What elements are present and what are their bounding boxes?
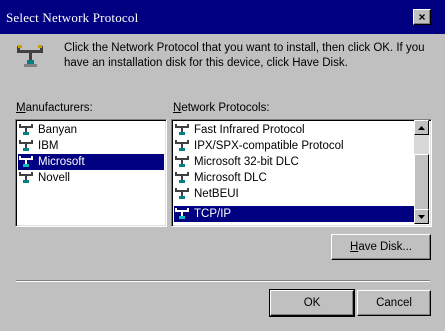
scroll-thumb[interactable] [414, 154, 429, 214]
protocol-label: TCP/IP [194, 208, 232, 220]
protocol-item-tcpip[interactable]: TCP/IP [174, 206, 414, 222]
ok-label: OK [303, 297, 321, 309]
have-disk-button[interactable]: Have Disk... [331, 234, 431, 260]
protocol-label: NetBEUI [194, 188, 239, 200]
manufacturers-list[interactable]: Banyan IBM Microsoft Novell [15, 119, 167, 227]
protocol-item-ipx-spx[interactable]: IPX/SPX-compatible Protocol [174, 138, 412, 154]
window-title: Select Network Protocol [6, 10, 139, 25]
protocol-label: IPX/SPX-compatible Protocol [194, 140, 344, 152]
network-protocols-label: Network Protocols: [173, 102, 270, 114]
manufacturer-label: IBM [38, 140, 59, 152]
protocol-item-ms-32bit-dlc[interactable]: Microsoft 32-bit DLC [174, 154, 412, 170]
protocol-item-netbeui[interactable]: NetBEUI [174, 186, 412, 202]
ok-button[interactable]: OK [269, 289, 355, 317]
manufacturer-item-novell[interactable]: Novell [18, 170, 162, 186]
have-disk-label: Have Disk... [350, 241, 412, 253]
network-protocol-icon [175, 208, 189, 219]
close-icon: × [418, 10, 426, 24]
divider [16, 280, 430, 282]
protocols-scrollbar[interactable] [414, 120, 429, 224]
network-protocol-icon [19, 124, 33, 135]
instruction-text: Click the Network Protocol that you want… [64, 42, 425, 69]
scroll-down-button[interactable] [414, 209, 429, 224]
manufacturer-label: Microsoft [38, 156, 85, 168]
manufacturer-item-microsoft[interactable]: Microsoft [18, 154, 164, 170]
manufacturers-label: Manufacturers: [16, 102, 93, 114]
protocol-label: Microsoft 32-bit DLC [194, 156, 299, 168]
manufacturer-label: Banyan [38, 124, 78, 136]
protocol-label: Microsoft DLC [194, 172, 267, 184]
network-protocol-icon [175, 140, 189, 151]
network-protocol-icon [175, 124, 189, 135]
network-protocol-icon [17, 45, 43, 67]
protocol-item-ms-dlc[interactable]: Microsoft DLC [174, 170, 412, 186]
manufacturer-item-banyan[interactable]: Banyan [18, 122, 162, 138]
network-protocol-icon [19, 172, 33, 183]
scroll-up-button[interactable] [414, 120, 429, 135]
network-protocol-icon [175, 156, 189, 167]
protocol-item-fast-infrared[interactable]: Fast Infrared Protocol [174, 122, 412, 138]
network-protocol-icon [175, 188, 189, 199]
arrow-up-icon [418, 125, 425, 130]
arrow-down-icon [418, 214, 425, 219]
close-button[interactable]: × [413, 9, 431, 25]
network-protocol-icon [175, 172, 189, 183]
manufacturer-item-ibm[interactable]: IBM [18, 138, 162, 154]
protocol-label: Fast Infrared Protocol [194, 124, 305, 136]
network-protocol-icon [19, 156, 33, 167]
network-protocol-icon [19, 140, 33, 151]
title-bar: Select Network Protocol × [0, 0, 445, 34]
manufacturer-label: Novell [38, 172, 70, 184]
cancel-button[interactable]: Cancel [357, 290, 431, 316]
network-protocols-list[interactable]: Fast Infrared Protocol IPX/SPX-compatibl… [171, 119, 432, 227]
cancel-label: Cancel [376, 297, 412, 309]
